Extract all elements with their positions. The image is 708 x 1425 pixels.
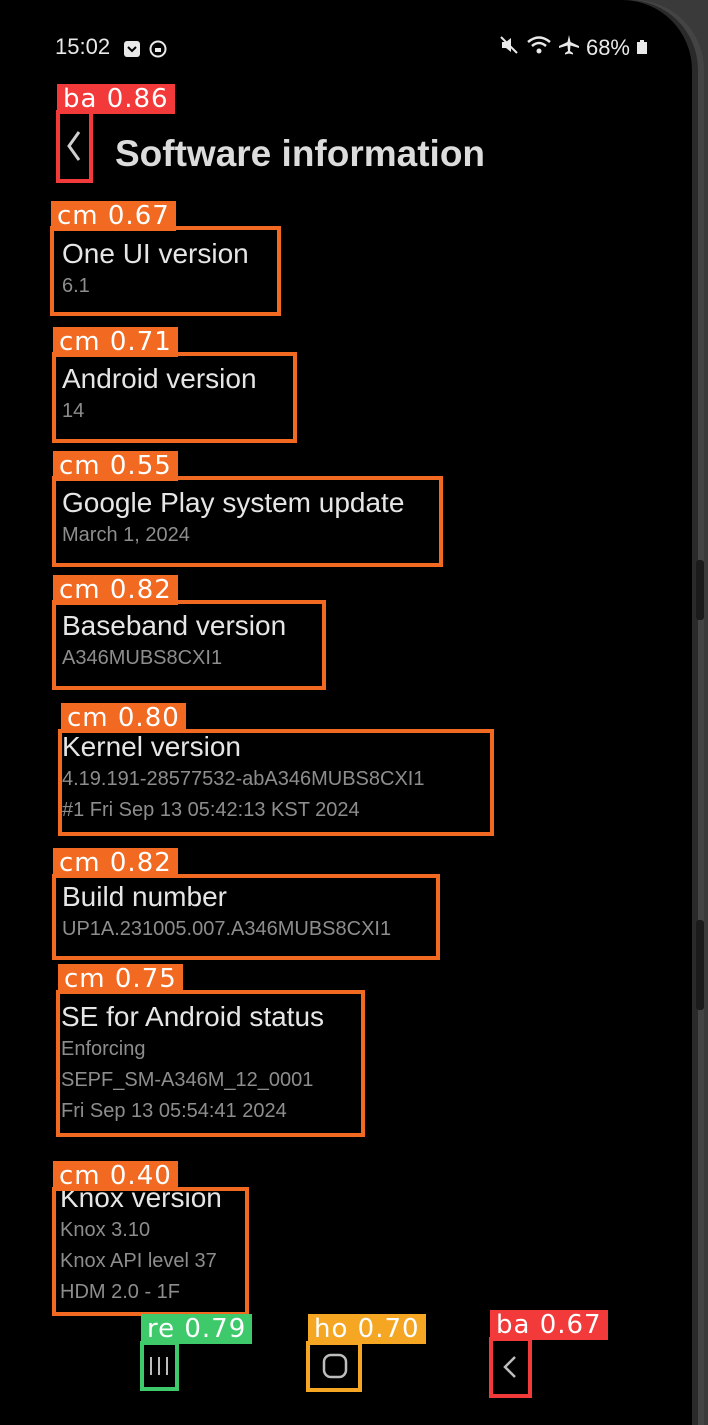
chevron-left-icon [503, 1356, 516, 1378]
message-icon [123, 38, 141, 57]
chevron-left-icon [67, 131, 81, 161]
wifi-icon [526, 34, 552, 62]
volume-button [696, 560, 704, 620]
item-text: Build number UP1A.231005.007.A346MUBS8CX… [62, 880, 391, 945]
item-value: 6.1 [62, 275, 90, 297]
status-bar: 15:02 68% [55, 34, 648, 64]
item-value: 4.19.191-28577532-abA346MUBS8CXI1 [62, 768, 425, 790]
item-value: UP1A.231005.007.A346MUBS8CXI1 [62, 918, 392, 940]
item-title: Build number [62, 881, 227, 912]
item-value: #1 Fri Sep 13 05:42:13 KST 2024 [62, 799, 360, 821]
item-text: Android version 14 [62, 362, 257, 427]
detection-label-home: ho 0.70 [308, 1314, 426, 1344]
detection-label-recents: re 0.79 [141, 1314, 253, 1344]
detection-label-back-nav: ba 0.67 [490, 1310, 608, 1340]
home-icon [322, 1353, 348, 1379]
battery-percentage: 68% [585, 35, 630, 60]
home-button[interactable] [306, 1341, 362, 1392]
item-value: Enforcing [61, 1038, 146, 1060]
airplane-icon [558, 34, 580, 62]
item-value: Fri Sep 13 05:54:41 2024 [61, 1100, 287, 1122]
item-text: Google Play system update March 1, 2024 [62, 486, 404, 551]
item-text: SE for Android status Enforcing SEPF_SM-… [61, 1000, 324, 1127]
item-text: One UI version 6.1 [62, 237, 249, 302]
item-value: A346MUBS8CXI1 [62, 647, 223, 669]
back-button[interactable] [56, 110, 93, 183]
nav-back-button[interactable] [489, 1337, 532, 1398]
item-title: Kernel version [62, 731, 241, 762]
item-value: SEPF_SM-A346M_12_0001 [61, 1069, 314, 1091]
item-title: Android version [62, 363, 257, 394]
item-text: Kernel version 4.19.191-28577532-abA346M… [62, 730, 424, 826]
battery-icon [636, 35, 648, 61]
item-title: Baseband version [62, 610, 287, 641]
power-button [696, 920, 704, 1010]
recents-icon [150, 1357, 168, 1375]
recents-button[interactable] [140, 1341, 179, 1391]
item-text: Baseband version A346MUBS8CXI1 [62, 609, 286, 674]
item-title: SE for Android status [61, 1001, 325, 1032]
item-value: 14 [62, 400, 85, 422]
page-title: Software information [115, 133, 486, 174]
item-title: Google Play system update [62, 487, 405, 518]
settings-item-knox-version[interactable] [52, 1187, 249, 1316]
sync-icon [149, 38, 167, 58]
status-time: 15:02 [55, 34, 111, 59]
item-title: One UI version [62, 238, 249, 269]
mute-icon [498, 34, 520, 62]
item-value: March 1, 2024 [62, 524, 190, 546]
